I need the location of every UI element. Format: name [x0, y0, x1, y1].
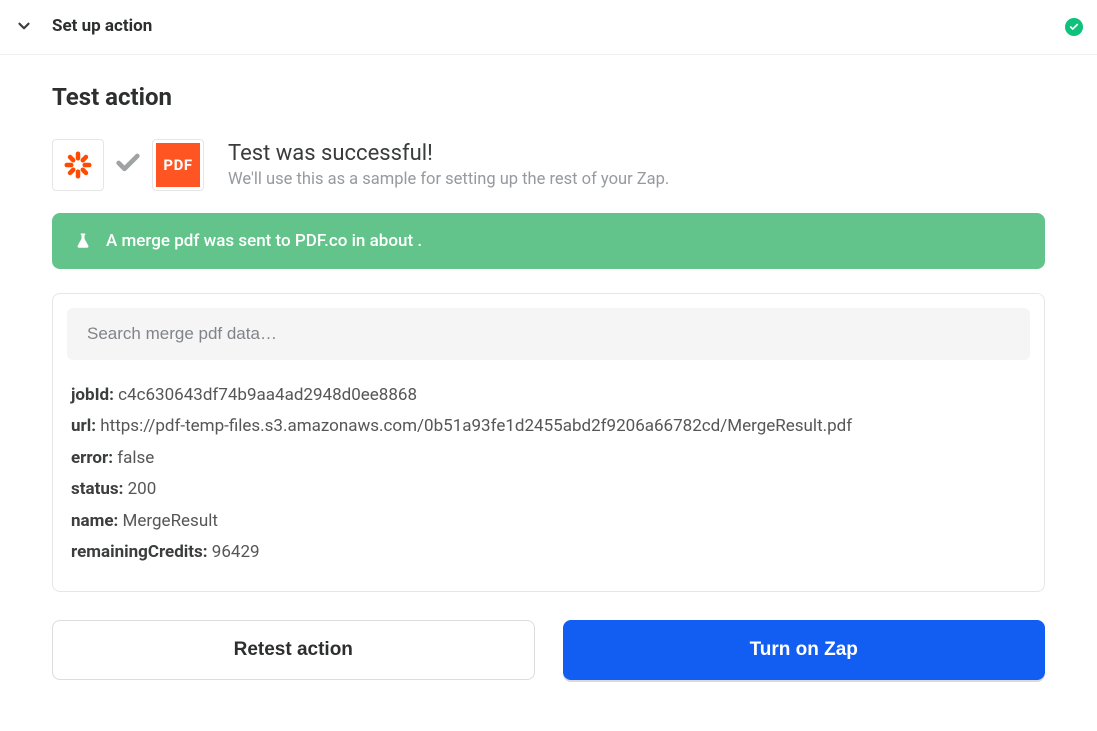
banner-text: A merge pdf was sent to PDF.co in about …: [106, 231, 422, 251]
connector-check-icon: [114, 149, 142, 181]
success-banner: A merge pdf was sent to PDF.co in about …: [52, 213, 1045, 269]
data-key: name:: [71, 511, 118, 531]
test-result-header: PDF Test was successful! We'll use this …: [52, 139, 1045, 191]
data-key: status:: [71, 479, 123, 499]
chevron-down-icon: [15, 17, 33, 35]
data-value: 200: [128, 479, 157, 499]
data-key: jobId:: [71, 385, 114, 405]
zapier-burst-icon: [63, 150, 93, 180]
data-value: MergeResult: [123, 511, 218, 531]
data-row: status: 200: [71, 474, 1026, 505]
data-row: remainingCredits: 96429: [71, 537, 1026, 568]
data-row: error: false: [71, 443, 1026, 474]
step-header[interactable]: Set up action: [0, 0, 1097, 55]
data-value: c4c630643df74b9aa4ad2948d0ee8868: [118, 385, 417, 405]
data-value: 96429: [212, 542, 260, 562]
step-title: Set up action: [52, 16, 152, 36]
pdf-icon: PDF: [156, 143, 200, 187]
data-row: jobId: c4c630643df74b9aa4ad2948d0ee8868: [71, 380, 1026, 411]
result-data-list: jobId: c4c630643df74b9aa4ad2948d0ee8868 …: [67, 374, 1030, 577]
collapse-toggle[interactable]: [8, 17, 40, 35]
data-row: url: https://pdf-temp-files.s3.amazonaws…: [71, 411, 1026, 442]
data-key: url:: [71, 416, 96, 436]
data-key: remainingCredits:: [71, 542, 208, 562]
result-data-card: jobId: c4c630643df74b9aa4ad2948d0ee8868 …: [52, 293, 1045, 592]
check-icon: [1069, 22, 1079, 32]
test-result-subtitle: We'll use this as a sample for setting u…: [228, 170, 669, 189]
search-input[interactable]: [67, 308, 1030, 360]
section-title: Test action: [52, 83, 1045, 111]
flask-icon: [74, 232, 92, 250]
retest-button[interactable]: Retest action: [52, 620, 535, 680]
data-row: name: MergeResult: [71, 506, 1026, 537]
turn-on-zap-button[interactable]: Turn on Zap: [563, 620, 1046, 680]
action-buttons: Retest action Turn on Zap: [52, 620, 1045, 680]
pdfco-app-icon: PDF: [152, 139, 204, 191]
test-result-title: Test was successful!: [228, 141, 669, 166]
zapier-app-icon: [52, 139, 104, 191]
data-key: error:: [71, 448, 113, 468]
data-value: false: [117, 448, 154, 468]
status-success-badge: [1065, 18, 1083, 36]
data-value: https://pdf-temp-files.s3.amazonaws.com/…: [100, 416, 852, 436]
step-content: Test action PDF Test w: [0, 55, 1097, 720]
